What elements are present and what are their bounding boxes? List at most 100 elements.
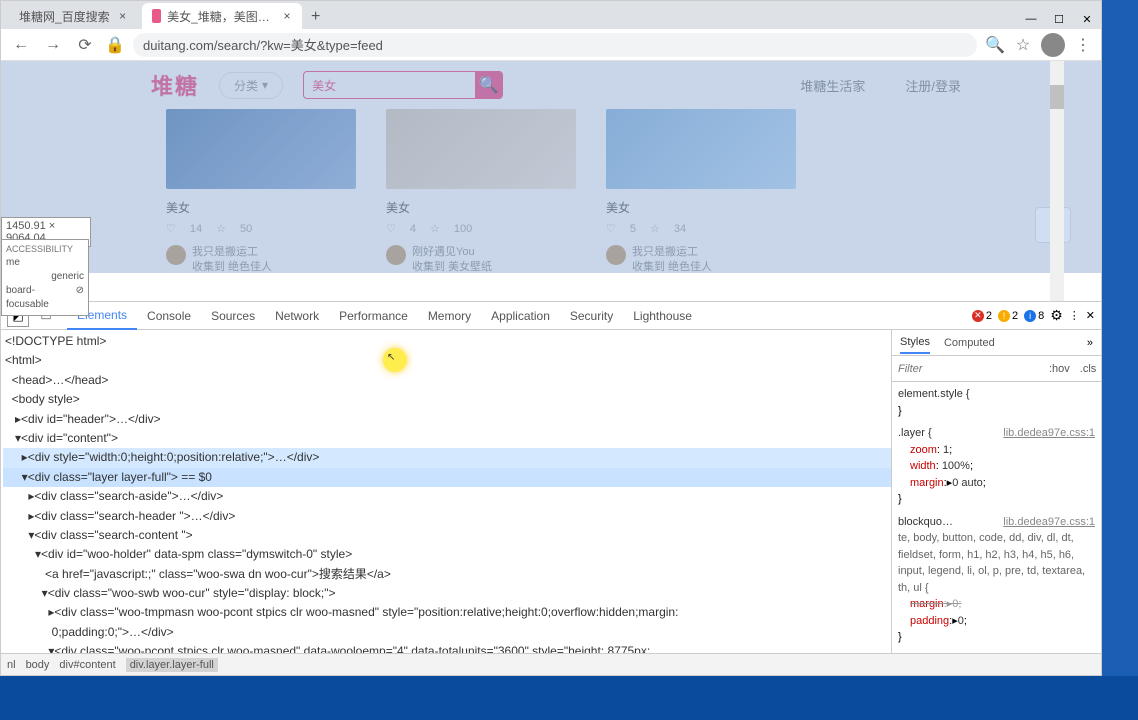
search-input[interactable] bbox=[304, 78, 475, 92]
dom-line[interactable]: ▸<div class="woo-tmpmasn woo-pcont stpic… bbox=[3, 603, 891, 622]
card-item[interactable]: 美女 ♡5 ☆34 我只是搬运工 收集到 绝色佳人 bbox=[606, 109, 796, 273]
category-label: 分类 bbox=[234, 77, 258, 94]
tab-lighthouse[interactable]: Lighthouse bbox=[623, 303, 702, 329]
tab-application[interactable]: Application bbox=[481, 303, 560, 329]
rule-selector[interactable]: blockquo… bbox=[898, 516, 953, 528]
card-image[interactable] bbox=[386, 109, 576, 189]
windows-taskbar[interactable] bbox=[0, 676, 1138, 720]
breadcrumb-item[interactable]: div#content bbox=[59, 659, 115, 671]
nav-shop[interactable]: 堆糖生活家 bbox=[800, 76, 865, 95]
source-link[interactable]: lib.dedea97e.css:1 bbox=[1003, 514, 1095, 531]
url-input[interactable] bbox=[133, 33, 977, 57]
user-name[interactable]: 我只是搬运工 bbox=[192, 245, 272, 260]
minimize-button[interactable]: — bbox=[1017, 9, 1045, 29]
heart-icon[interactable]: ♡ bbox=[166, 222, 176, 235]
collect-info[interactable]: 收集到 绝色佳人 bbox=[632, 260, 712, 273]
card-item[interactable]: 美女 ♡14 ☆50 我只是搬运工 收集到 绝色佳人 bbox=[166, 109, 356, 273]
source-link[interactable]: lib.dedea97e.css:1 bbox=[1003, 425, 1095, 442]
user-avatar[interactable] bbox=[606, 245, 626, 265]
dom-line[interactable]: ▾<div class="woo-swb woo-cur" style="dis… bbox=[3, 584, 891, 603]
dom-line[interactable]: ▸<div class="search-header ">…</div> bbox=[3, 507, 891, 526]
more-icon[interactable]: ⋮ bbox=[1069, 309, 1080, 322]
settings-icon[interactable]: ⚙ bbox=[1050, 307, 1063, 324]
star-icon[interactable]: ☆ bbox=[650, 222, 660, 235]
tab-network[interactable]: Network bbox=[265, 303, 329, 329]
heart-icon[interactable]: ♡ bbox=[606, 222, 616, 235]
tab-security[interactable]: Security bbox=[560, 303, 623, 329]
user-name[interactable]: 我只是搬运工 bbox=[632, 245, 712, 260]
maximize-button[interactable]: ☐ bbox=[1045, 9, 1073, 29]
card-image[interactable] bbox=[606, 109, 796, 189]
dom-tree[interactable]: ↖ <!DOCTYPE html> <html> <head>…</head> … bbox=[1, 330, 891, 653]
dom-line[interactable]: ▾<div id="woo-holder" data-spm class="dy… bbox=[3, 545, 891, 564]
reload-button[interactable]: ⟳ bbox=[73, 33, 97, 57]
dom-line[interactable]: <html> bbox=[3, 351, 891, 370]
user-name[interactable]: 刚好遇见You bbox=[412, 245, 492, 260]
tab-memory[interactable]: Memory bbox=[418, 303, 481, 329]
dom-line[interactable]: ▾<div class="woo-pcont stpics clr woo-ma… bbox=[3, 642, 891, 653]
search-button[interactable]: 🔍 bbox=[475, 71, 502, 99]
close-icon[interactable]: × bbox=[282, 9, 291, 23]
scrollbar-thumb[interactable] bbox=[1050, 85, 1064, 109]
nav-login[interactable]: 注册/登录 bbox=[905, 76, 961, 95]
tab-styles[interactable]: Styles bbox=[900, 332, 930, 354]
error-count[interactable]: ✕2 bbox=[972, 310, 992, 322]
breadcrumb-item[interactable]: nl bbox=[7, 659, 16, 671]
back-button[interactable]: ← bbox=[9, 33, 33, 57]
user-avatar[interactable] bbox=[386, 245, 406, 265]
rule-selector[interactable]: element.style { bbox=[898, 388, 970, 400]
tab-computed[interactable]: Computed bbox=[944, 333, 995, 353]
tab-console[interactable]: Console bbox=[137, 303, 201, 329]
collect-info[interactable]: 收集到 美女壁纸 bbox=[412, 260, 492, 273]
dom-line[interactable]: ▸<div style="width:0;height:0;position:r… bbox=[3, 448, 891, 467]
collect-info[interactable]: 收集到 绝色佳人 bbox=[192, 260, 272, 273]
close-devtools-icon[interactable]: ✕ bbox=[1086, 309, 1095, 322]
dom-line-selected[interactable]: ▾<div class="layer layer-full"> == $0 bbox=[3, 468, 891, 487]
forward-button[interactable]: → bbox=[41, 33, 65, 57]
close-icon[interactable]: × bbox=[116, 9, 130, 23]
dom-line[interactable]: <a href="javascript:;" class="woo-swa dn… bbox=[3, 565, 891, 584]
browser-tab-0[interactable]: 堆糖网_百度搜索 × bbox=[9, 3, 140, 29]
more-tabs-icon[interactable]: » bbox=[1087, 337, 1093, 349]
hov-toggle[interactable]: :hov bbox=[1047, 363, 1072, 375]
site-logo[interactable]: 堆糖 bbox=[151, 69, 199, 101]
dom-line[interactable]: ▸<div class="search-aside">…</div> bbox=[3, 487, 891, 506]
card-item[interactable]: 美女 ♡4 ☆100 刚好遇见You 收集到 美女壁纸 bbox=[386, 109, 576, 273]
tab-sources[interactable]: Sources bbox=[201, 303, 265, 329]
dom-line[interactable]: ▸<div id="header">…</div> bbox=[3, 410, 891, 429]
page-scrollbar[interactable] bbox=[1050, 61, 1064, 301]
star-icon[interactable]: ☆ bbox=[430, 222, 440, 235]
dom-line[interactable]: ▾<div class="search-content "> bbox=[3, 526, 891, 545]
tab-performance[interactable]: Performance bbox=[329, 303, 418, 329]
warning-count[interactable]: !2 bbox=[998, 310, 1018, 322]
dom-line[interactable]: <body style> bbox=[3, 390, 891, 409]
styles-filter-input[interactable] bbox=[898, 363, 1041, 375]
tab-title: 堆糖网_百度搜索 bbox=[19, 8, 110, 25]
browser-tab-1[interactable]: 美女_堆糖，美图壁纸兴趣社区 × bbox=[142, 3, 302, 29]
bookmark-icon[interactable]: ☆ bbox=[1013, 35, 1033, 55]
dom-line[interactable]: ▾<div id="content"> bbox=[3, 429, 891, 448]
new-tab-button[interactable]: + bbox=[304, 5, 328, 29]
cls-toggle[interactable]: .cls bbox=[1078, 363, 1099, 375]
info-count[interactable]: i8 bbox=[1024, 310, 1044, 322]
dom-line[interactable]: <!DOCTYPE html> bbox=[3, 332, 891, 351]
rule-selector[interactable]: .layer { bbox=[898, 427, 932, 439]
profile-avatar[interactable] bbox=[1041, 33, 1065, 57]
zoom-icon[interactable]: 🔍 bbox=[985, 35, 1005, 55]
breadcrumb-item[interactable]: body bbox=[26, 659, 50, 671]
user-avatar[interactable] bbox=[166, 245, 186, 265]
breadcrumb-item[interactable]: div.layer.layer-full bbox=[126, 658, 218, 672]
close-button[interactable]: ✕ bbox=[1073, 9, 1101, 29]
site-info-icon[interactable]: 🔒 bbox=[105, 35, 125, 55]
styles-rules[interactable]: element.style { } .layer {lib.dedea97e.c… bbox=[892, 382, 1101, 653]
a11y-heading: ACCESSIBILITY bbox=[6, 243, 84, 256]
category-dropdown[interactable]: 分类 ▾ bbox=[219, 72, 283, 99]
dom-line[interactable]: 0;padding:0;">…</div> bbox=[3, 623, 891, 642]
site-header: 堆糖 分类 ▾ 🔍 堆糖生活家 注册/登录 bbox=[1, 61, 1101, 109]
menu-icon[interactable]: ⋮ bbox=[1073, 35, 1093, 55]
star-icon[interactable]: ☆ bbox=[216, 222, 226, 235]
heart-icon[interactable]: ♡ bbox=[386, 222, 396, 235]
card-image[interactable] bbox=[166, 109, 356, 189]
devtools-panel: ◩ ▭ Elements Console Sources Network Per… bbox=[1, 301, 1101, 675]
dom-line[interactable]: <head>…</head> bbox=[3, 371, 891, 390]
